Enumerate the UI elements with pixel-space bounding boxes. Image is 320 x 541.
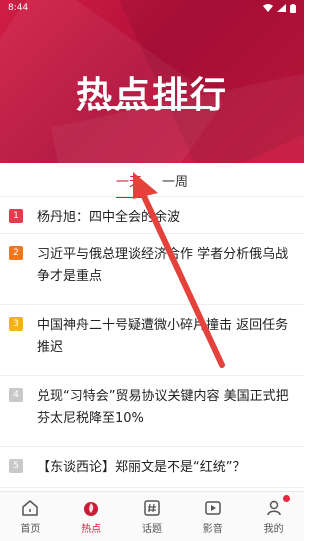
news-title: 杨丹旭：四中全会的余波 xyxy=(37,210,181,225)
app-screen: 8:44 热点排行 一天 一周 1 杨丹旭：四中全会的余波 2 习近平与俄总理谈… xyxy=(0,0,304,541)
nav-media[interactable]: 影音 xyxy=(185,499,241,535)
hero-banner: 8:44 热点排行 xyxy=(0,0,304,163)
nav-label: 首页 xyxy=(20,523,41,535)
news-list: 1 杨丹旭：四中全会的余波 2 习近平与俄总理谈经济合作 学者分析俄乌战争才是重… xyxy=(0,197,304,488)
news-title: 习近平与俄总理谈经济合作 学者分析俄乌战争才是重点 xyxy=(37,247,289,284)
nav-home[interactable]: 首页 xyxy=(2,499,58,535)
news-title: 【东谈西论】郑丽文是不是“红统”？ xyxy=(37,460,246,475)
wifi-icon xyxy=(263,4,273,12)
hero-title: 热点排行 xyxy=(75,75,228,116)
nav-topics[interactable]: 话题 xyxy=(124,499,180,535)
flame-icon xyxy=(84,501,99,516)
nav-label: 我的 xyxy=(263,523,284,535)
status-bar: 8:44 xyxy=(0,0,304,16)
notification-dot xyxy=(282,494,290,502)
rank-badge: 1 xyxy=(9,209,23,223)
battery-icon xyxy=(290,3,296,13)
video-icon xyxy=(205,500,221,515)
nav-profile[interactable]: 我的 xyxy=(246,494,302,535)
hashtag-icon xyxy=(144,499,160,516)
status-icons xyxy=(263,3,296,13)
period-tabs: 一天 一周 xyxy=(0,163,304,198)
rank-badge: 4 xyxy=(9,388,23,402)
tab-one-week[interactable]: 一周 xyxy=(160,171,190,190)
rank-badge: 5 xyxy=(9,459,23,473)
profile-icon xyxy=(266,500,281,515)
home-icon xyxy=(22,499,39,516)
news-title: 兑现“习特会”贸易协议关键内容 美国正式把芬太尼税降至10% xyxy=(37,389,289,426)
bottom-nav: 首页 热点 话题 影音 我的 xyxy=(0,491,304,541)
rank-badge: 3 xyxy=(9,317,23,331)
news-item[interactable]: 2 习近平与俄总理谈经济合作 学者分析俄乌战争才是重点 xyxy=(0,234,304,305)
nav-label: 影音 xyxy=(202,523,223,535)
signal-icon xyxy=(277,4,286,12)
nav-label: 热点 xyxy=(81,523,102,535)
news-item[interactable]: 5 【东谈西论】郑丽文是不是“红统”？ xyxy=(0,447,304,488)
hero-underline xyxy=(92,106,212,109)
news-item[interactable]: 4 兑现“习特会”贸易协议关键内容 美国正式把芬太尼税降至10% xyxy=(0,376,304,447)
news-title: 中国神舟二十号疑遭微小碎片撞击 返回任务推迟 xyxy=(37,318,289,355)
nav-label: 话题 xyxy=(141,523,162,535)
news-item[interactable]: 3 中国神舟二十号疑遭微小碎片撞击 返回任务推迟 xyxy=(0,305,304,376)
news-item[interactable]: 1 杨丹旭：四中全会的余波 xyxy=(0,197,304,234)
rank-badge: 2 xyxy=(9,246,23,260)
status-time: 8:44 xyxy=(8,3,29,13)
tab-one-day[interactable]: 一天 xyxy=(114,171,144,198)
nav-hot[interactable]: 热点 xyxy=(63,499,119,535)
